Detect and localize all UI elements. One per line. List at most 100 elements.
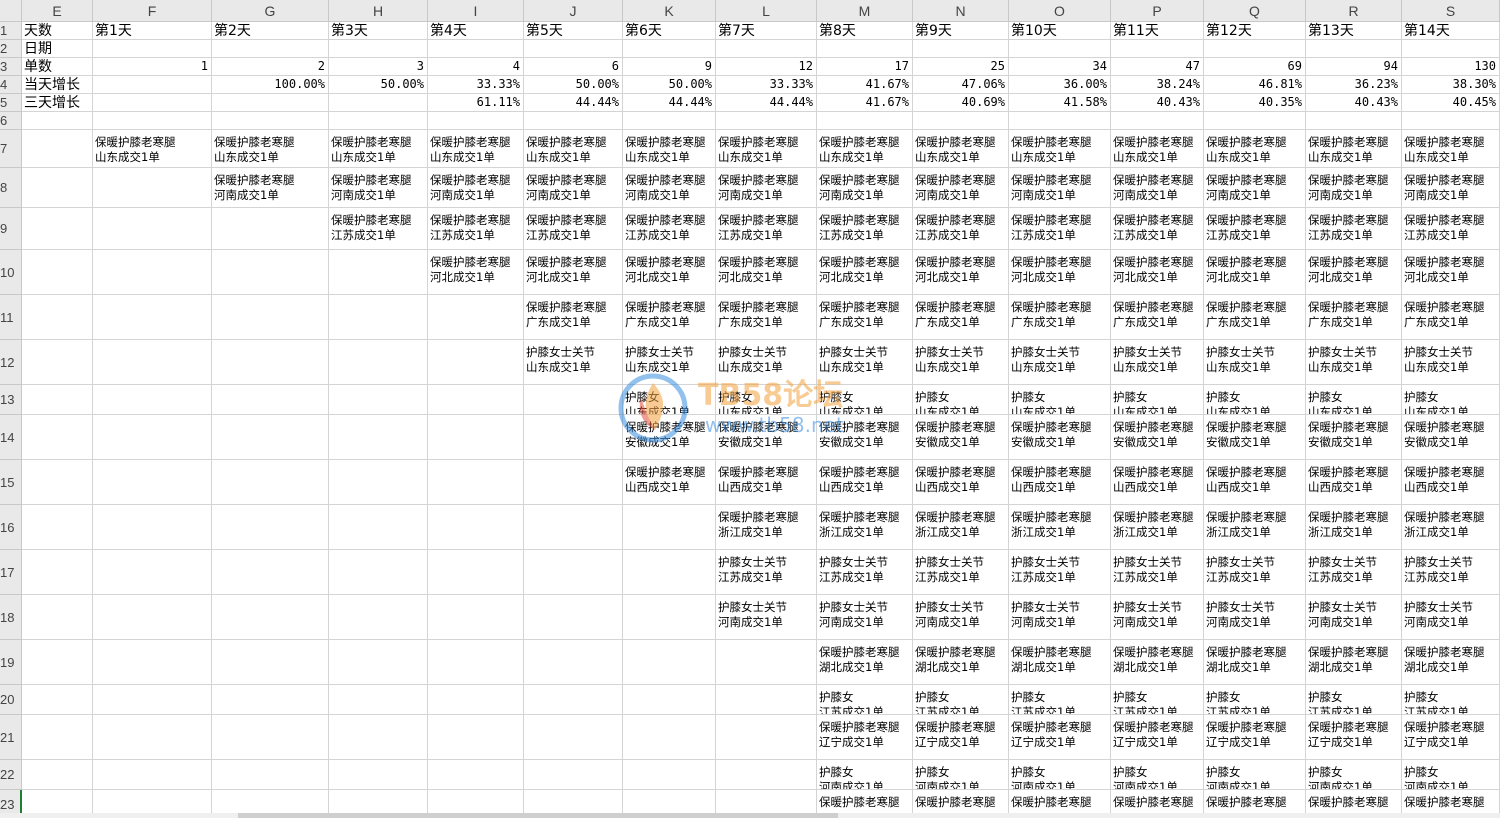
grid-cell[interactable] [428,340,524,385]
table-cell[interactable]: 36.23% [1306,76,1402,94]
grid-cell[interactable] [93,208,212,250]
table-cell[interactable]: 44.44% [623,94,716,112]
order-entry-cell[interactable]: 保暖护膝老寒腿 山东成交1单 [1402,130,1500,168]
order-entry-cell[interactable]: 保暖护膝老寒腿 浙江成交1单 [716,505,817,550]
order-entry-cell[interactable]: 保暖护膝老寒腿 广东成交1单 [1204,295,1306,340]
table-cell[interactable]: 天数 [22,22,93,40]
order-entry-cell[interactable]: 护膝女士关节 山东成交1单 [817,340,913,385]
table-cell[interactable]: 61.11% [428,94,524,112]
row-header[interactable]: 17 [0,550,22,595]
order-entry-cell[interactable]: 保暖护膝老寒腿 湖北成交1单 [913,640,1009,685]
table-cell[interactable]: 1 [93,58,212,76]
grid-cell[interactable] [428,505,524,550]
grid-cell[interactable] [22,715,93,760]
table-cell[interactable]: 130 [1402,58,1500,76]
table-cell[interactable] [817,40,913,58]
table-cell[interactable]: 41.67% [817,76,913,94]
grid-cell[interactable] [93,250,212,295]
order-entry-cell[interactable]: 保暖护膝老寒腿 江苏成交1单 [623,208,716,250]
order-entry-cell[interactable]: 保暖护膝老寒腿 河北成交1单 [524,250,623,295]
row-header[interactable]: 2 [0,40,22,58]
grid-cell[interactable] [623,685,716,715]
order-entry-cell[interactable]: 护膝女士关节 江苏成交1单 [913,550,1009,595]
order-entry-cell[interactable]: 保暖护膝老寒腿 湖北成交1单 [1402,640,1500,685]
table-cell[interactable]: 40.43% [1111,94,1204,112]
grid-cell[interactable] [716,760,817,790]
order-entry-cell[interactable]: 护膝女士关节 山东成交1单 [1204,340,1306,385]
grid-cell[interactable] [329,250,428,295]
order-entry-cell[interactable]: 护膝女 河南成交1单 [1402,760,1500,790]
grid-cell[interactable] [22,250,93,295]
order-entry-cell[interactable]: 保暖护膝老寒腿 河南成交1单 [1402,168,1500,208]
order-entry-cell[interactable]: 护膝女 山东成交1单 [1402,385,1500,415]
order-entry-cell[interactable]: 保暖护膝老寒腿 辽宁成交1单 [817,715,913,760]
table-cell[interactable]: 第8天 [817,22,913,40]
order-entry-cell[interactable]: 保暖护膝老寒腿 浙江成交1单 [913,505,1009,550]
table-cell[interactable]: 第1天 [93,22,212,40]
order-entry-cell[interactable]: 护膝女 河南成交1单 [1009,760,1111,790]
grid-cell[interactable] [716,685,817,715]
order-entry-cell[interactable]: 护膝女 山东成交1单 [623,385,716,415]
row-header[interactable]: 12 [0,340,22,385]
grid-cell[interactable] [524,415,623,460]
grid-cell[interactable] [212,385,329,415]
order-entry-cell[interactable]: 护膝女 山东成交1单 [817,385,913,415]
grid-cell[interactable] [623,505,716,550]
grid-cell[interactable] [93,340,212,385]
table-cell[interactable]: 12 [716,58,817,76]
table-cell[interactable]: 2 [212,58,329,76]
column-header[interactable]: Q [1204,0,1306,22]
order-entry-cell[interactable]: 护膝女士关节 江苏成交1单 [716,550,817,595]
order-entry-cell[interactable]: 保暖护膝老寒腿 江苏成交1单 [1204,208,1306,250]
order-entry-cell[interactable]: 护膝女 河南成交1单 [913,760,1009,790]
grid-cell[interactable] [93,415,212,460]
order-entry-cell[interactable]: 保暖护膝老寒腿 广东成交1单 [1402,295,1500,340]
order-entry-cell[interactable]: 护膝女 江苏成交1单 [1306,685,1402,715]
table-cell[interactable] [428,40,524,58]
order-entry-cell[interactable]: 保暖护膝老寒腿 辽宁成交1单 [1306,715,1402,760]
grid-cell[interactable] [22,130,93,168]
grid-cell[interactable] [22,208,93,250]
grid-cell[interactable] [1402,112,1500,130]
grid-cell[interactable] [22,385,93,415]
grid-cell[interactable] [329,112,428,130]
table-cell[interactable] [913,40,1009,58]
grid-cell[interactable] [212,550,329,595]
order-entry-cell[interactable]: 护膝女士关节 山东成交1单 [716,340,817,385]
order-entry-cell[interactable]: 保暖护膝老寒腿 安徽成交1单 [1009,415,1111,460]
column-header[interactable]: M [817,0,913,22]
table-cell[interactable]: 第7天 [716,22,817,40]
order-entry-cell[interactable]: 保暖护膝老寒腿 山西成交1单 [623,460,716,505]
table-cell[interactable]: 33.33% [716,76,817,94]
table-cell[interactable]: 40.35% [1204,94,1306,112]
table-cell[interactable]: 69 [1204,58,1306,76]
order-entry-cell[interactable]: 保暖护膝老寒腿 广东成交1单 [623,295,716,340]
order-entry-cell[interactable]: 保暖护膝老寒腿 山西成交1单 [1009,460,1111,505]
table-cell[interactable]: 6 [524,58,623,76]
table-cell[interactable] [212,94,329,112]
order-entry-cell[interactable]: 保暖护膝老寒腿 河南成交1单 [428,168,524,208]
table-cell[interactable]: 38.30% [1402,76,1500,94]
row-header[interactable]: 15 [0,460,22,505]
order-entry-cell[interactable]: 护膝女士关节 江苏成交1单 [1009,550,1111,595]
grid-cell[interactable] [428,112,524,130]
grid-cell[interactable] [524,595,623,640]
grid-cell[interactable] [212,460,329,505]
grid-cell[interactable] [22,505,93,550]
order-entry-cell[interactable]: 护膝女士关节 山东成交1单 [524,340,623,385]
grid-cell[interactable] [1009,112,1111,130]
grid-cell[interactable] [93,112,212,130]
order-entry-cell[interactable]: 保暖护膝老寒腿 山西成交1单 [1111,460,1204,505]
table-cell[interactable]: 50.00% [524,76,623,94]
table-cell[interactable]: 47 [1111,58,1204,76]
order-entry-cell[interactable]: 护膝女 江苏成交1单 [1204,685,1306,715]
order-entry-cell[interactable]: 保暖护膝老寒腿 江苏成交1单 [428,208,524,250]
order-entry-cell[interactable]: 护膝女士关节 山东成交1单 [1111,340,1204,385]
order-entry-cell[interactable]: 护膝女 江苏成交1单 [1009,685,1111,715]
order-entry-cell[interactable]: 护膝女士关节 河南成交1单 [913,595,1009,640]
order-entry-cell[interactable]: 保暖护膝老寒腿 河北成交1单 [1402,250,1500,295]
order-entry-cell[interactable]: 保暖护膝老寒腿 河南成交1单 [1111,168,1204,208]
table-cell[interactable]: 4 [428,58,524,76]
order-entry-cell[interactable]: 保暖护膝老寒腿 湖北成交1单 [1306,640,1402,685]
grid-cell[interactable] [212,340,329,385]
